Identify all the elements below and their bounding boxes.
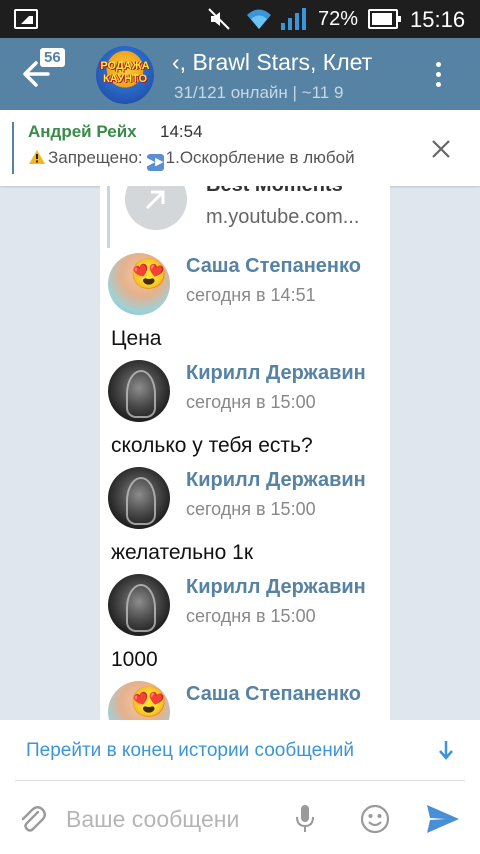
battery-icon (368, 9, 401, 29)
avatar[interactable] (108, 574, 170, 636)
clock: 15:16 (410, 7, 466, 32)
signal-icon (281, 8, 306, 30)
avatar[interactable]: 😍 (108, 681, 170, 720)
avatar-logo-text: РОДАЖА КАУНТО (100, 60, 150, 85)
message-time: сегодня в 15:00 (186, 392, 316, 412)
chat-avatar[interactable]: РОДАЖА КАУНТО (96, 46, 154, 104)
message-author[interactable]: Кирилл Державин (186, 576, 366, 599)
avatar[interactable]: 😍 (108, 253, 170, 315)
send-icon[interactable] (426, 804, 460, 834)
jump-to-end-bar[interactable]: Перейти в конец истории сообщений (0, 720, 480, 782)
warning-icon (29, 150, 45, 164)
divider (15, 780, 465, 781)
message-author[interactable]: Кирилл Державин (186, 469, 366, 492)
link-preview-thumbnail (125, 186, 187, 230)
microphone-icon[interactable] (294, 804, 316, 834)
wifi-icon (247, 9, 271, 29)
close-icon[interactable] (430, 138, 452, 160)
message-text: желательно 1к (111, 541, 254, 564)
chat-subtitle: 31/121 онлайн | ~11 9 (174, 83, 344, 102)
battery-percent: 72% (318, 8, 359, 30)
message-input[interactable] (66, 800, 276, 838)
avatar[interactable] (108, 467, 170, 529)
avatar[interactable] (108, 360, 170, 422)
message-author[interactable]: Саша Степаненко (186, 683, 361, 706)
link-preview-url: m.youtube.com... (206, 206, 360, 228)
pinned-author: Андрей Рейх (28, 122, 137, 141)
pinned-text-rest: 1.Оскорбление в любой (165, 148, 355, 167)
link-preview[interactable]: Best Moments m.youtube.com... (104, 186, 384, 256)
message-list[interactable]: Best Moments m.youtube.com... 😍 Саша Сте… (100, 186, 390, 720)
link-preview-title: Best Moments (206, 186, 343, 197)
pinned-text-prefix: Запрещено: (48, 148, 143, 167)
link-preview-rail (107, 186, 110, 248)
unread-badge: 56 (40, 48, 65, 67)
heart-eyes-emoji-icon: 😍 (130, 258, 168, 291)
heart-eyes-emoji-icon: 😍 (130, 686, 168, 719)
mute-icon (208, 8, 230, 30)
pinned-time: 14:54 (160, 122, 203, 141)
message-time: сегодня в 15:00 (186, 499, 316, 519)
message-author[interactable]: Кирилл Державин (186, 362, 366, 385)
status-bar: 72% 15:16 (0, 0, 480, 38)
image-icon (14, 9, 38, 29)
message-time: сегодня в 14:51 (186, 285, 316, 305)
jump-to-end-label[interactable]: Перейти в конец истории сообщений (26, 740, 354, 762)
message-text: 1000 (111, 648, 158, 671)
pinned-text: Запрещено: ▶▶ 1.Оскорбление в любой (28, 148, 408, 171)
composer (0, 782, 480, 854)
overflow-menu-icon[interactable] (428, 58, 448, 92)
pinned-message[interactable]: Андрей Рейх 14:54 Запрещено: ▶▶ 1.Оскорбле… (0, 110, 480, 186)
pinned-accent-bar (12, 122, 14, 174)
share-arrow-icon (145, 190, 165, 210)
message-text: сколько у тебя есть? (111, 434, 313, 457)
arrow-down-icon[interactable] (439, 740, 453, 760)
message-author[interactable]: Саша Степаненко (186, 255, 361, 278)
chat-header: 56 РОДАЖА КАУНТО ‹, Brawl Stars, Клет 31/… (0, 38, 480, 110)
fast-forward-icon: ▶▶ (146, 154, 164, 171)
message-time: сегодня в 15:00 (186, 606, 316, 626)
paperclip-icon[interactable] (18, 804, 46, 834)
chat-title[interactable]: ‹, Brawl Stars, Клет (172, 49, 400, 76)
message-text: Цена (111, 327, 162, 350)
emoji-icon[interactable] (360, 804, 390, 834)
